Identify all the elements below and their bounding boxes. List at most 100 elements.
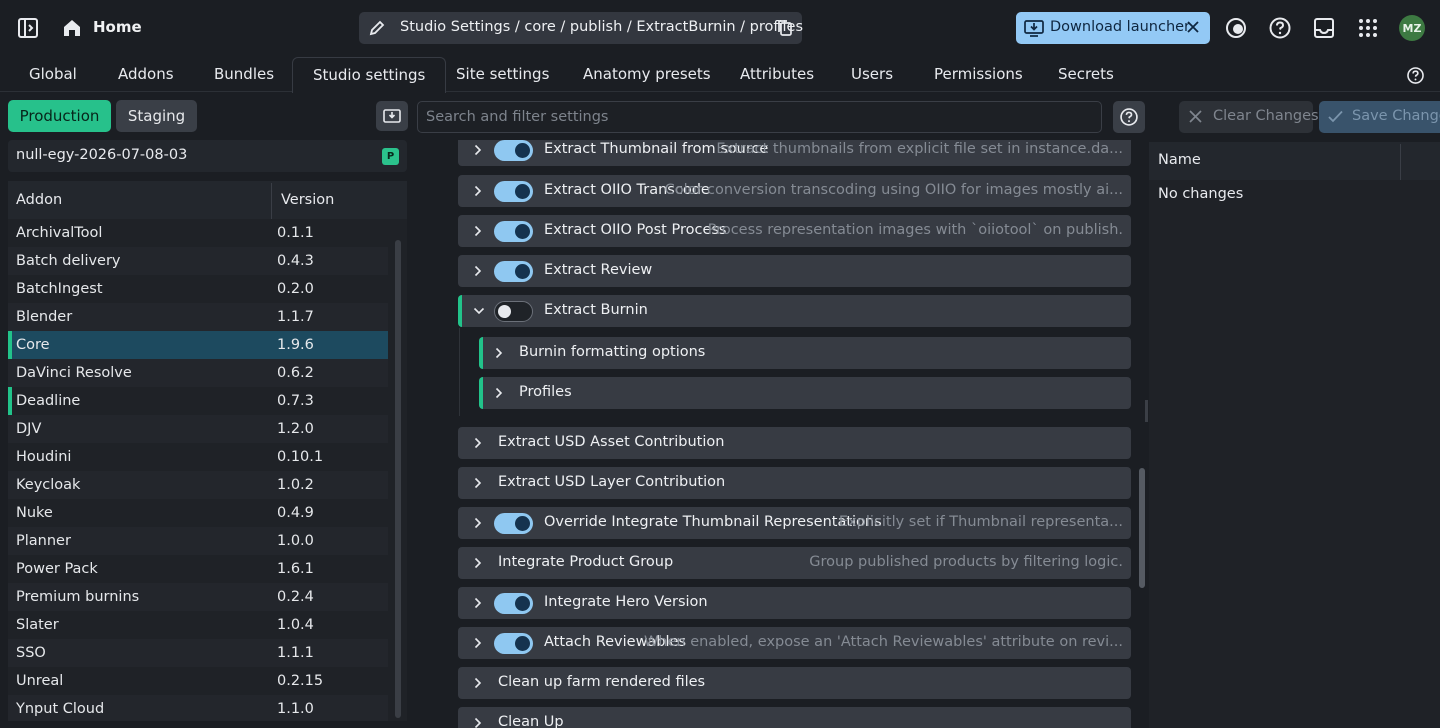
addon-row[interactable]: Planner 1.0.0: [8, 527, 388, 555]
home-link[interactable]: Home: [93, 18, 142, 36]
addon-row[interactable]: Ynput Cloud 1.1.0: [8, 695, 388, 721]
tab-site-settings[interactable]: Site settings: [436, 57, 569, 92]
setting-clean-up[interactable]: Clean Up: [458, 707, 1131, 728]
chevron-right-icon[interactable]: [474, 265, 482, 277]
addon-row[interactable]: Power Pack 1.6.1: [8, 555, 388, 583]
addon-row[interactable]: DJV 1.2.0: [8, 415, 388, 443]
setting-extract-usd-asset-contribution[interactable]: Extract USD Asset Contribution: [458, 427, 1131, 459]
addon-row[interactable]: Batch delivery 0.4.3: [8, 247, 388, 275]
chevron-right-icon[interactable]: [474, 225, 482, 237]
tabs-help-icon[interactable]: [1406, 66, 1425, 85]
setting-profiles[interactable]: Profiles: [479, 377, 1131, 409]
home-icon[interactable]: [58, 14, 86, 42]
download-launcher-button[interactable]: Download launcher: [1016, 12, 1210, 44]
addon-version: 1.2.0: [277, 421, 314, 437]
tab-global[interactable]: Global: [9, 57, 97, 92]
tab-attributes[interactable]: Attributes: [720, 57, 834, 92]
addon-version: 0.7.3: [277, 393, 314, 409]
chevron-right-icon[interactable]: [474, 517, 482, 529]
bundle-selector[interactable]: null-egy-2026-07-08-03 P: [8, 140, 407, 172]
save-changes-button[interactable]: Save Changes: [1319, 101, 1440, 133]
tab-bundles[interactable]: Bundles: [194, 57, 294, 92]
pencil-icon[interactable]: [367, 18, 387, 38]
setting-integrate-product-group[interactable]: Integrate Product Group Group published …: [458, 547, 1131, 579]
name-column-header[interactable]: Name: [1158, 152, 1201, 168]
setting-attach-reviewables[interactable]: Attach Reviewables When enabled, expose …: [458, 627, 1131, 659]
addon-row[interactable]: Slater 1.0.4: [8, 611, 388, 639]
setting-clean-up-farm-rendered-files[interactable]: Clean up farm rendered files: [458, 667, 1131, 699]
chevron-right-icon[interactable]: [474, 557, 482, 569]
copy-icon[interactable]: [775, 18, 795, 38]
addon-row[interactable]: BatchIngest 0.2.0: [8, 275, 388, 303]
chevron-right-icon[interactable]: [474, 597, 482, 609]
addon-name: Nuke: [16, 505, 53, 521]
close-icon[interactable]: [1186, 20, 1200, 34]
column-divider[interactable]: [271, 183, 272, 219]
tab-anatomy-presets[interactable]: Anatomy presets: [563, 57, 731, 92]
tab-permissions[interactable]: Permissions: [914, 57, 1043, 92]
production-button[interactable]: Production: [8, 100, 111, 132]
chevron-down-icon[interactable]: [473, 307, 485, 315]
tab-addons[interactable]: Addons: [98, 57, 194, 92]
sidebar-toggle-icon[interactable]: [14, 14, 42, 42]
apps-grid-icon[interactable]: [1354, 14, 1382, 42]
search-help-button[interactable]: [1113, 101, 1145, 133]
chevron-right-icon[interactable]: [474, 437, 482, 449]
tab-secrets[interactable]: Secrets: [1038, 57, 1134, 92]
addon-row[interactable]: Premium burnins 0.2.4: [8, 583, 388, 611]
enable-toggle[interactable]: [494, 221, 533, 242]
setting-extract-oiio-transcode[interactable]: Extract OIIO Transcode Color conversion …: [458, 175, 1131, 207]
addon-row[interactable]: Houdini 0.10.1: [8, 443, 388, 471]
chevron-right-icon[interactable]: [474, 477, 482, 489]
chevron-right-icon[interactable]: [474, 717, 482, 728]
chevron-right-icon[interactable]: [495, 387, 503, 399]
addon-row[interactable]: SSO 1.1.1: [8, 639, 388, 667]
enable-toggle[interactable]: [494, 301, 533, 322]
clear-changes-button[interactable]: Clear Changes: [1179, 101, 1319, 133]
addon-row[interactable]: ArchivalTool 0.1.1: [8, 219, 388, 247]
addon-row[interactable]: Nuke 0.4.9: [8, 499, 388, 527]
setting-extract-review[interactable]: Extract Review: [458, 255, 1131, 287]
addon-row[interactable]: Core 1.9.6: [8, 331, 388, 359]
staging-button[interactable]: Staging: [116, 100, 197, 132]
inbox-icon[interactable]: [1310, 14, 1338, 42]
setting-integrate-hero-version[interactable]: Integrate Hero Version: [458, 587, 1131, 619]
addon-row[interactable]: Unreal 0.2.15: [8, 667, 388, 695]
chevron-right-icon[interactable]: [474, 144, 482, 156]
addon-version: 0.4.9: [277, 505, 314, 521]
enable-toggle[interactable]: [494, 593, 533, 614]
addon-row[interactable]: Deadline 0.7.3: [8, 387, 388, 415]
enable-toggle[interactable]: [494, 140, 533, 161]
tab-studio-settings[interactable]: Studio settings: [292, 57, 447, 93]
chevron-right-icon[interactable]: [474, 637, 482, 649]
user-avatar[interactable]: MZ: [1399, 15, 1425, 41]
tab-users[interactable]: Users: [831, 57, 913, 92]
settings-scrollbar[interactable]: [1139, 468, 1145, 588]
addon-row[interactable]: Blender 1.1.7: [8, 303, 388, 331]
setting-extract-oiio-post-process[interactable]: Extract OIIO Post Process Process repres…: [458, 215, 1131, 247]
chat-icon[interactable]: [1222, 14, 1250, 42]
setting-burnin-formatting-options[interactable]: Burnin formatting options: [479, 337, 1131, 369]
setting-label: Override Integrate Thumbnail Representat…: [544, 514, 882, 530]
setting-extract-burnin[interactable]: Extract Burnin: [458, 295, 1131, 327]
help-icon[interactable]: [1266, 14, 1294, 42]
enable-toggle[interactable]: [494, 261, 533, 282]
export-settings-button[interactable]: [376, 101, 408, 131]
addon-row[interactable]: Keycloak 1.0.2: [8, 471, 388, 499]
enable-toggle[interactable]: [494, 513, 533, 534]
version-column-header[interactable]: Version: [281, 192, 334, 208]
search-input[interactable]: Search and filter settings: [417, 101, 1102, 133]
column-divider[interactable]: [1400, 144, 1401, 180]
chevron-right-icon[interactable]: [474, 677, 482, 689]
chevron-right-icon[interactable]: [495, 347, 503, 359]
setting-extract-usd-layer-contribution[interactable]: Extract USD Layer Contribution: [458, 467, 1131, 499]
enable-toggle[interactable]: [494, 181, 533, 202]
addon-list-scrollbar[interactable]: [395, 240, 401, 718]
chevron-right-icon[interactable]: [474, 185, 482, 197]
setting-extract-thumbnail-from-source[interactable]: Extract Thumbnail from source Extract th…: [458, 140, 1131, 166]
enable-toggle[interactable]: [494, 633, 533, 654]
addon-row[interactable]: DaVinci Resolve 0.6.2: [8, 359, 388, 387]
breadcrumb[interactable]: Studio Settings / core / publish / Extra…: [359, 12, 803, 44]
setting-override-integrate-thumbnail[interactable]: Override Integrate Thumbnail Representat…: [458, 507, 1131, 539]
addon-column-header[interactable]: Addon: [16, 192, 62, 208]
